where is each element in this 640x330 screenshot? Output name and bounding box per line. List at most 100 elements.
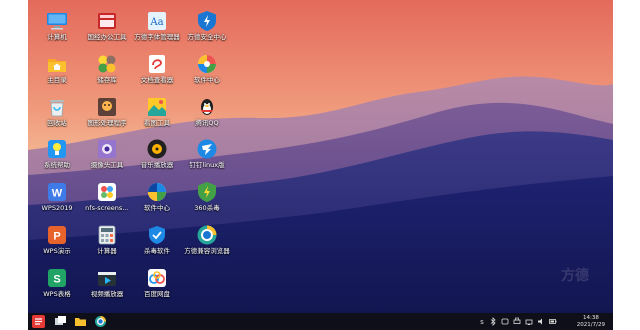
security-center-icon: [198, 11, 216, 31]
icon-label: 方德兼容浏览器: [184, 247, 230, 255]
office-tools-icon: [98, 13, 116, 29]
icon-label: 腾讯QQ: [195, 119, 219, 127]
desktop-icon-help[interactable]: 系统帮助: [30, 138, 84, 170]
desktop-icon-image-viewer[interactable]: 看图工具: [130, 96, 184, 128]
screenshot-icon: [98, 183, 116, 201]
baidu-netdisk-icon: [148, 269, 166, 287]
icon-label: 计算机: [47, 33, 67, 41]
help-icon: [48, 140, 66, 158]
icon-label: 视频播放器: [90, 290, 124, 298]
antivirus-icon: [149, 226, 165, 244]
desktop-icon-document-viewer[interactable]: 文档查看器: [130, 53, 184, 85]
icon-label: 回收站: [47, 119, 67, 127]
input-method-icon[interactable]: s: [478, 317, 486, 326]
watermark-logo: 方德: [561, 268, 589, 284]
clock-date: 2021/7/29: [576, 321, 605, 328]
volume-icon[interactable]: [537, 317, 545, 326]
desktop-icon-music-player[interactable]: 音乐播放器: [130, 138, 184, 170]
desktop-icon-computer[interactable]: 计算机: [30, 10, 84, 42]
software-center-2-icon: [148, 183, 166, 201]
desktop-icon-screenshot[interactable]: nfs-screens…: [80, 181, 134, 213]
desktop-icon-office-tools[interactable]: 国经办公工具: [80, 10, 134, 42]
icon-label: 360杀毒: [194, 204, 220, 212]
desktop-icon-wps-presentation[interactable]: P WPS演示: [30, 224, 84, 256]
icon-label: 杀毒软件: [144, 247, 170, 255]
music-player-icon: [147, 139, 167, 159]
trash-icon: [50, 100, 64, 117]
taskbar-clock[interactable]: 14:38 2021/7/29: [577, 315, 605, 328]
font-manager-icon: Aa: [148, 12, 166, 30]
desktop-icon-wps-spreadsheet[interactable]: S WPS表格: [30, 267, 84, 299]
wps-presentation-icon: P: [48, 226, 66, 244]
desktop-icon-qq[interactable]: 腾讯QQ: [180, 96, 234, 128]
icon-label: 方德字体管理器: [134, 33, 180, 41]
desktop-icon-video-player[interactable]: 视频播放器: [80, 267, 134, 299]
icon-label: nfs-screens…: [85, 204, 129, 212]
camera-icon: [98, 140, 116, 158]
desktop-icon-calculator[interactable]: 计算器: [80, 224, 134, 256]
desktop-icon-browser[interactable]: 方德兼容浏览器: [180, 224, 234, 256]
icon-label: 百度网盘: [144, 290, 170, 298]
desktop-icon-home[interactable]: 主目录: [30, 53, 84, 85]
video-player-icon: [98, 272, 116, 286]
desktop-icon-wps2019[interactable]: W WPS2019: [30, 181, 84, 213]
calculator-icon: [98, 225, 116, 245]
desktop-icon-camera[interactable]: 摄像头工具: [80, 138, 134, 170]
desktop-icon-software-center-2[interactable]: 软件中心: [130, 181, 184, 213]
antivirus-360-icon: [198, 182, 216, 202]
image-editor-icon: [98, 98, 116, 116]
desktop-switcher-icon[interactable]: [54, 315, 67, 328]
icon-label: 主目录: [47, 76, 67, 84]
desktop-icon-baidu-netdisk[interactable]: 百度网盘: [130, 267, 184, 299]
svg-text:Aa: Aa: [149, 17, 163, 28]
browser-icon: [197, 225, 217, 245]
icon-label: 系统帮助: [44, 161, 70, 169]
desktop-icon-software-center[interactable]: 软件中心: [180, 53, 234, 85]
desktop-icon-repository[interactable]: 储存库: [80, 53, 134, 85]
wps-spreadsheet-icon: S: [48, 269, 66, 287]
desktop-icon-antivirus[interactable]: 杀毒软件: [130, 224, 184, 256]
software-center-icon: [198, 55, 216, 73]
qq-icon: [201, 99, 213, 115]
start-menu-icon[interactable]: [32, 315, 45, 328]
dingtalk-icon: [197, 139, 217, 159]
icon-label: WPS2019: [41, 204, 73, 212]
svg-text:s: s: [480, 318, 484, 326]
desktop-icon-image-editor[interactable]: 图形处理程序: [80, 96, 134, 128]
svg-text:P: P: [53, 231, 60, 243]
icon-label: 钉钉linux版: [189, 161, 225, 169]
icon-label: 摄像头工具: [90, 161, 124, 169]
storage-icon[interactable]: [501, 317, 509, 326]
icon-label: 计算器: [97, 247, 117, 255]
icon-label: 音乐播放器: [140, 161, 174, 169]
desktop-icon-dingtalk[interactable]: 钉钉linux版: [180, 138, 234, 170]
icon-label: 软件中心: [144, 204, 170, 212]
document-viewer-icon: [149, 55, 165, 73]
repository-icon: [98, 55, 116, 73]
bluetooth-icon[interactable]: [489, 317, 497, 326]
file-manager-icon[interactable]: [74, 315, 87, 328]
taskbar: s 14:38 2021/7/29: [28, 313, 613, 330]
desktop-screen: 计算机 主目录 回收站 系统帮助 W WPS2019 P WPS演示 S WPS…: [28, 0, 613, 330]
icon-label: WPS表格: [43, 290, 71, 298]
printer-icon[interactable]: [513, 317, 521, 326]
home-folder-icon: [48, 59, 66, 72]
icon-label: 国经办公工具: [87, 33, 127, 41]
desktop-icon-antivirus-360[interactable]: 360杀毒: [180, 181, 234, 213]
icon-label: 文档查看器: [140, 76, 174, 84]
taskbar-browser-icon[interactable]: [94, 315, 107, 328]
icon-label: 看图工具: [144, 119, 170, 127]
icon-label: 软件中心: [194, 76, 220, 84]
svg-text:S: S: [53, 274, 60, 286]
icon-label: 方德安全中心: [187, 33, 227, 41]
computer-icon: [47, 13, 67, 30]
desktop-icon-security-center[interactable]: 方德安全中心: [180, 10, 234, 42]
svg-text:W: W: [52, 188, 63, 200]
desktop-icon-trash[interactable]: 回收站: [30, 96, 84, 128]
battery-icon[interactable]: [549, 317, 557, 326]
desktop-icon-font-manager[interactable]: Aa 方德字体管理器: [130, 10, 184, 42]
icon-label: 图形处理程序: [87, 119, 127, 127]
image-viewer-icon: [148, 98, 166, 116]
wps-writer-icon: W: [48, 183, 66, 201]
network-icon[interactable]: [525, 317, 533, 326]
